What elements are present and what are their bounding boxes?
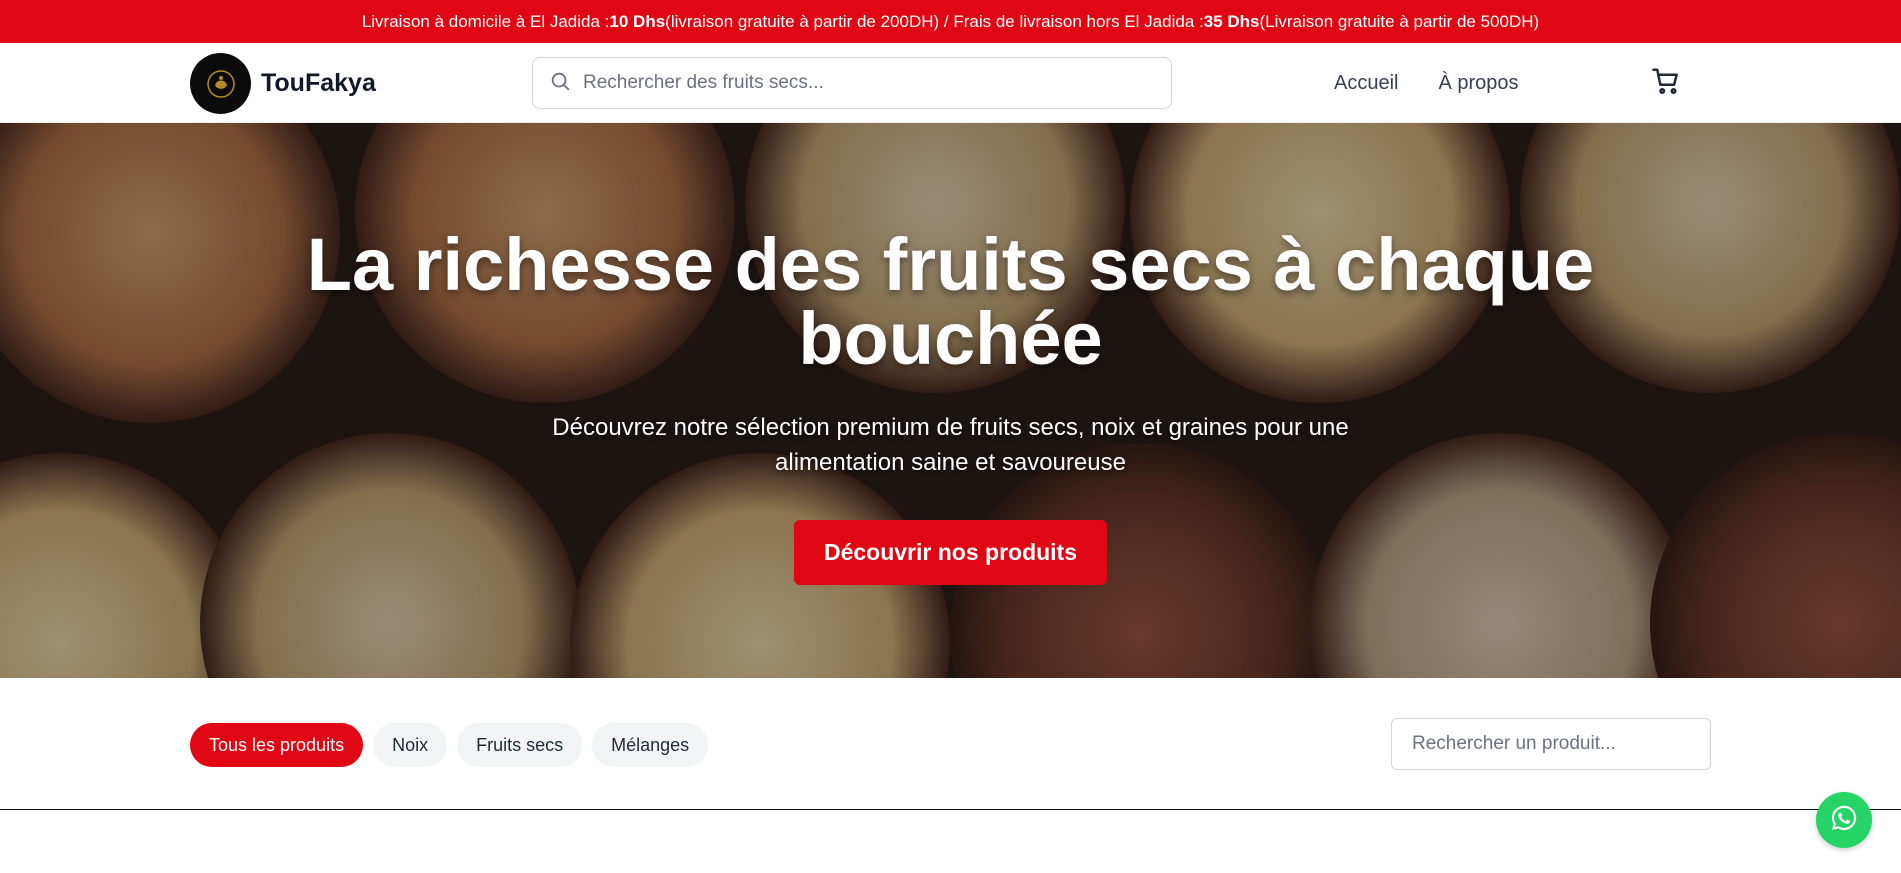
cart-icon: [1651, 66, 1681, 101]
search-input[interactable]: [583, 72, 1143, 94]
product-filters: Tous les produits Noix Fruits secs Mélan…: [0, 678, 1901, 810]
discover-products-button[interactable]: Découvrir nos produits: [794, 520, 1107, 585]
product-search-input[interactable]: [1391, 718, 1711, 770]
brand-logo[interactable]: TouFakya: [190, 53, 376, 114]
search-icon: [549, 70, 571, 97]
announcement-text-1: Livraison à domicile à El Jadida :: [361, 11, 610, 31]
announcement-text-2: (livraison gratuite à partir de 200DH) /…: [665, 11, 1204, 31]
site-header: TouFakya Accueil À propos: [0, 43, 1901, 123]
whatsapp-icon: [1829, 803, 1859, 838]
chip-noix[interactable]: Noix: [373, 723, 448, 767]
announcement-bar: Livraison à domicile à El Jadida : 10 Dh…: [0, 0, 1901, 43]
announcement-price-eljadida: 10 Dhs: [609, 11, 666, 31]
announcement-text-3: (Livraison gratuite à partir de 500DH): [1259, 11, 1540, 31]
whatsapp-button[interactable]: [1816, 792, 1872, 848]
brand-name: TouFakya: [261, 69, 376, 97]
nav-about-link[interactable]: À propos: [1438, 72, 1518, 95]
chip-fruits-secs[interactable]: Fruits secs: [457, 723, 583, 767]
header-search[interactable]: [532, 57, 1172, 109]
chip-all-products[interactable]: Tous les produits: [190, 723, 364, 767]
chip-melanges[interactable]: Mélanges: [592, 723, 709, 767]
hero-title: La richesse des fruits secs à chaque bou…: [306, 223, 1595, 380]
hero-content: La richesse des fruits secs à chaque bou…: [0, 228, 1901, 585]
main-nav: Accueil À propos: [1334, 43, 1519, 123]
logo-badge-icon: [190, 53, 251, 114]
announcement-price-outside: 35 Dhs: [1203, 11, 1260, 31]
nav-home-link[interactable]: Accueil: [1334, 72, 1398, 95]
cart-button[interactable]: [1650, 67, 1682, 99]
hero-subtitle: Découvrez notre sélection premium de fru…: [552, 414, 1349, 476]
category-chips: Tous les produits Noix Fruits secs Mélan…: [190, 723, 709, 767]
hero-banner: La richesse des fruits secs à chaque bou…: [0, 123, 1901, 678]
